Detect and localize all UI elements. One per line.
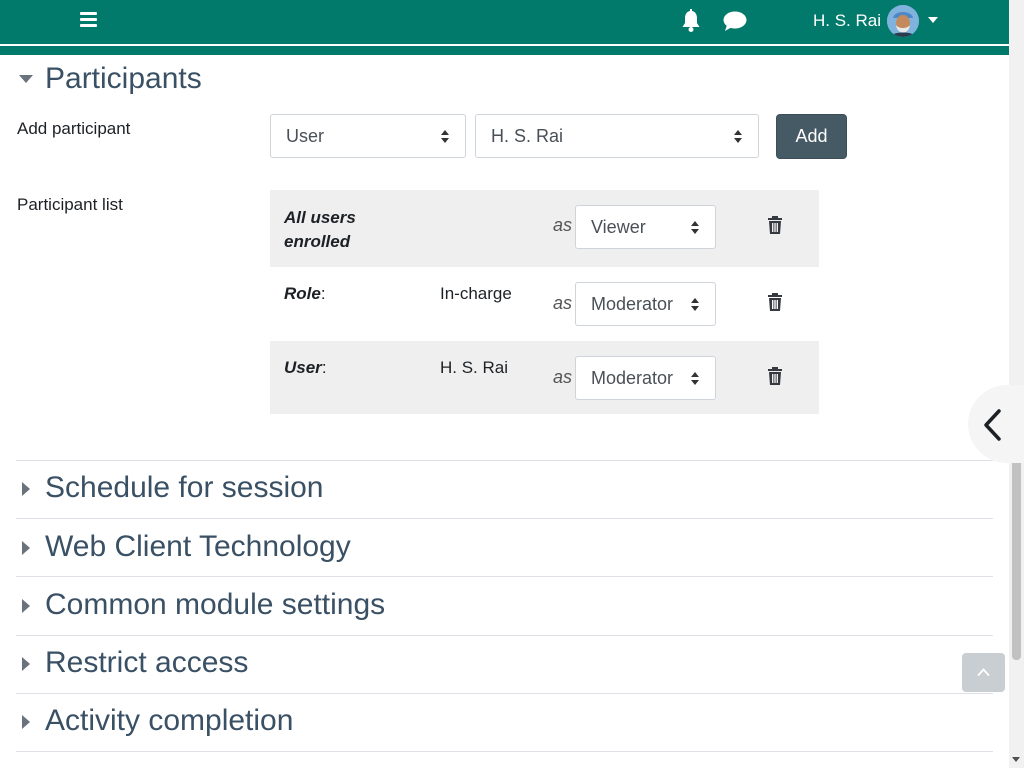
participant-row: User: H. S. Rai as Moderator <box>270 341 819 414</box>
section-title-participants[interactable]: Participants <box>45 62 202 96</box>
role-select[interactable]: Moderator <box>575 282 716 326</box>
role-select-value: Moderator <box>591 294 674 314</box>
participant-name: In-charge <box>440 284 512 303</box>
trash-icon[interactable] <box>767 367 783 385</box>
section-divider <box>16 576 993 577</box>
user-menu-caret-icon[interactable] <box>928 17 938 23</box>
as-label: as <box>553 367 573 387</box>
select-arrows-icon <box>734 130 743 143</box>
scroll-down-arrow-icon[interactable] <box>1012 757 1020 762</box>
navbar-accent-strip <box>0 46 1009 55</box>
select-arrows-icon <box>691 298 700 311</box>
role-select[interactable]: Moderator <box>575 356 716 400</box>
select-arrows-icon <box>441 130 450 143</box>
chat-icon[interactable] <box>722 10 748 32</box>
user-avatar[interactable] <box>887 5 919 37</box>
participant-who: User: <box>284 358 327 377</box>
participant-who: All users enrolled <box>284 208 356 251</box>
trash-icon[interactable] <box>767 293 783 311</box>
bell-icon[interactable] <box>680 9 702 33</box>
participant-user-select[interactable]: H. S. Rai <box>475 114 759 158</box>
expand-caret-icon[interactable] <box>22 599 30 613</box>
participant-row: All users enrolled as Viewer <box>270 190 819 267</box>
section-title-web-client[interactable]: Web Client Technology <box>45 530 351 564</box>
participant-row: Role: In-charge as Moderator <box>270 267 819 341</box>
expand-caret-icon[interactable] <box>22 482 30 496</box>
section-divider <box>16 635 993 636</box>
role-select[interactable]: Viewer <box>575 205 716 249</box>
section-title-common-module[interactable]: Common module settings <box>45 588 385 622</box>
expand-caret-icon[interactable] <box>22 657 30 671</box>
participant-name: H. S. Rai <box>440 358 509 377</box>
trash-icon[interactable] <box>767 216 783 234</box>
role-select-value: Moderator <box>591 368 674 388</box>
participant-list-label: Participant list <box>17 195 123 214</box>
expand-caret-icon[interactable] <box>22 715 30 729</box>
user-name[interactable]: H. S. Rai <box>813 11 881 31</box>
drawer-toggle-button[interactable] <box>968 385 1024 463</box>
select-arrows-icon <box>691 372 700 385</box>
section-divider <box>16 518 993 519</box>
as-label: as <box>553 215 573 235</box>
section-divider <box>16 693 993 694</box>
section-divider <box>16 751 993 752</box>
participant-user-value: H. S. Rai <box>491 126 564 146</box>
select-arrows-icon <box>691 221 700 234</box>
add-participant-button[interactable]: Add <box>776 114 847 159</box>
chevron-up-icon <box>977 668 990 676</box>
participant-who: Role: <box>284 284 326 303</box>
back-to-top-button[interactable] <box>962 653 1005 692</box>
section-title-schedule[interactable]: Schedule for session <box>45 471 324 505</box>
participant-type-select[interactable]: User <box>270 114 466 158</box>
chevron-left-icon <box>984 409 1001 441</box>
section-title-activity-completion[interactable]: Activity completion <box>45 704 293 738</box>
participant-type-value: User <box>286 126 325 146</box>
hamburger-icon[interactable] <box>80 12 97 27</box>
as-label: as <box>553 293 573 313</box>
role-select-value: Viewer <box>591 217 646 237</box>
expand-caret-icon[interactable] <box>22 541 30 555</box>
collapse-caret-icon[interactable] <box>19 75 33 83</box>
section-divider <box>16 460 993 461</box>
section-title-restrict-access[interactable]: Restrict access <box>45 646 248 680</box>
add-participant-label: Add participant <box>17 119 131 138</box>
